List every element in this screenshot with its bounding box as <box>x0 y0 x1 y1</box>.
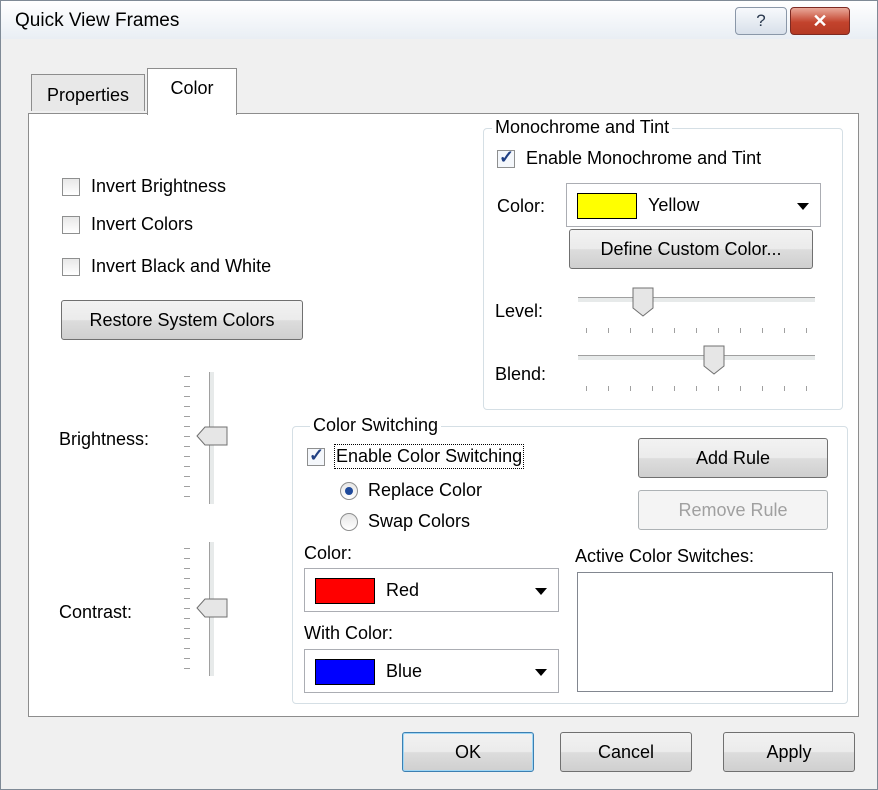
slider-tick <box>696 386 697 391</box>
slider-tick <box>784 386 785 391</box>
slider-tick <box>608 386 609 391</box>
slider-tick <box>630 386 631 391</box>
slider-tick <box>652 386 653 391</box>
contrast-label: Contrast: <box>59 602 133 622</box>
color-tab-panel: Invert Brightness Invert Colors Invert B… <box>28 113 859 717</box>
blend-track <box>578 355 815 361</box>
with-color-swatch <box>315 659 375 685</box>
title-bar: Quick View Frames ? ✕ <box>1 1 877 39</box>
slider-tick <box>674 386 675 391</box>
switch-color-swatch <box>315 578 375 604</box>
chevron-down-icon <box>535 669 547 676</box>
cancel-button[interactable]: Cancel <box>560 732 692 772</box>
swap-colors-radio[interactable] <box>340 513 358 531</box>
switch-color-label: Color: <box>304 543 353 563</box>
contrast-thumb[interactable] <box>196 598 228 618</box>
brightness-thumb[interactable] <box>196 426 228 446</box>
color-switching-legend: Color Switching <box>310 415 442 436</box>
slider-tick <box>740 328 741 333</box>
blend-label: Blend: <box>495 364 547 384</box>
slider-tick <box>762 328 763 333</box>
remove-rule-button[interactable]: Remove Rule <box>638 490 828 530</box>
tab-properties[interactable]: Properties <box>31 74 145 111</box>
slider-tick <box>740 386 741 391</box>
window-title: Quick View Frames <box>15 10 180 31</box>
quick-view-frames-dialog: Quick View Frames ? ✕ Properties Color I… <box>0 0 878 790</box>
slider-tick <box>718 386 719 391</box>
enable-color-switching-checkbox[interactable] <box>307 445 325 466</box>
tab-color[interactable]: Color <box>147 68 237 115</box>
enable-monochrome-label: Enable Monochrome and Tint <box>526 148 762 168</box>
active-color-switches-label: Active Color Switches: <box>575 546 755 566</box>
slider-tick <box>806 328 807 333</box>
blend-thumb[interactable] <box>703 345 725 375</box>
switch-color-value: Red <box>386 580 420 600</box>
monochrome-tint-legend: Monochrome and Tint <box>492 117 673 138</box>
slider-tick <box>696 328 697 333</box>
slider-tick <box>674 328 675 333</box>
restore-system-colors-button[interactable]: Restore System Colors <box>61 300 303 340</box>
replace-color-label: Replace Color <box>368 480 483 500</box>
mono-color-swatch <box>577 193 637 219</box>
define-custom-color-button[interactable]: Define Custom Color... <box>569 229 813 269</box>
slider-tick <box>630 328 631 333</box>
mono-color-dropdown[interactable]: Yellow <box>566 183 821 227</box>
invert-colors-checkbox[interactable] <box>62 216 80 234</box>
with-color-dropdown[interactable]: Blue <box>304 649 559 693</box>
enable-color-switching-label: Enable Color Switching <box>333 444 525 469</box>
ok-button[interactable]: OK <box>402 732 534 772</box>
invert-brightness-checkbox[interactable] <box>62 178 80 196</box>
enable-monochrome-checkbox[interactable] <box>497 147 515 168</box>
chevron-down-icon <box>797 203 809 210</box>
level-track <box>578 297 815 303</box>
swap-colors-label: Swap Colors <box>368 511 471 531</box>
slider-tick <box>784 328 785 333</box>
invert-colors-label: Invert Colors <box>91 214 194 234</box>
apply-button[interactable]: Apply <box>723 732 855 772</box>
close-icon[interactable]: ✕ <box>790 7 850 35</box>
help-icon[interactable]: ? <box>735 7 787 35</box>
add-rule-button[interactable]: Add Rule <box>638 438 828 478</box>
mono-color-label: Color: <box>497 196 546 216</box>
with-color-label: With Color: <box>304 623 394 643</box>
active-color-switches-list[interactable] <box>577 572 833 692</box>
slider-tick <box>762 386 763 391</box>
slider-tick <box>718 328 719 333</box>
switch-color-dropdown[interactable]: Red <box>304 568 559 612</box>
with-color-value: Blue <box>386 661 423 681</box>
slider-tick <box>806 386 807 391</box>
invert-black-white-label: Invert Black and White <box>91 256 272 276</box>
replace-color-radio[interactable] <box>340 482 358 500</box>
mono-color-value: Yellow <box>648 195 700 215</box>
slider-tick <box>608 328 609 333</box>
chevron-down-icon <box>535 588 547 595</box>
slider-tick <box>652 328 653 333</box>
slider-tick <box>586 328 587 333</box>
brightness-label: Brightness: <box>59 429 150 449</box>
slider-tick <box>586 386 587 391</box>
level-label: Level: <box>495 301 544 321</box>
invert-brightness-label: Invert Brightness <box>91 176 227 196</box>
invert-black-white-checkbox[interactable] <box>62 258 80 276</box>
level-thumb[interactable] <box>632 287 654 317</box>
